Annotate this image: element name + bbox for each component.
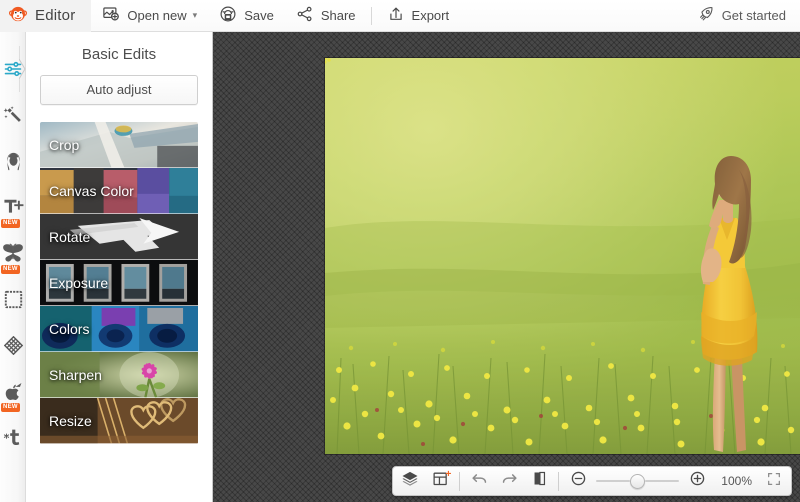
sidebar-item-textures[interactable] [0,322,26,368]
new-badge: NEW [1,219,20,228]
bottom-toolbar: + 100% [392,466,792,496]
page-title: Basic Edits [81,46,157,63]
edited-photo[interactable] [325,58,800,454]
zoom-in-button[interactable] [682,467,712,495]
get-started-label: Get started [721,8,786,23]
list-item-label: Sharpen [49,367,102,383]
list-item-label: Canvas Color [49,183,134,199]
frame-icon [3,289,24,310]
new-badge: NEW [1,403,20,412]
toolbar-divider [558,471,560,491]
image-add-icon [102,5,120,26]
app-logo-text: Editor [35,7,76,24]
zoom-out-icon [570,470,587,492]
zoom-slider-handle[interactable] [630,473,646,489]
rocket-icon [697,5,715,26]
app-logo[interactable]: Editor [0,0,92,32]
share-nodes-icon [296,5,314,26]
sidebar-item-design[interactable] [0,414,26,460]
fullscreen-icon [766,471,782,492]
list-item-colors[interactable]: Colors [40,306,198,352]
list-item-label: Colors [49,321,90,337]
share-button[interactable]: Share [285,0,367,32]
apple-arrow-icon [3,382,24,401]
header-divider [370,6,372,25]
list-item-sharpen[interactable]: Sharpen [40,352,198,398]
sidebar-item-themes[interactable]: NEW [0,368,26,414]
redo-arrow-icon [500,469,519,493]
monkey-logo-icon [8,4,28,27]
list-item-label: Exposure [49,275,109,291]
collage-button[interactable]: + [425,467,455,495]
sliders-icon [3,59,23,79]
save-button[interactable]: Save [208,0,285,32]
undo-arrow-icon [470,469,489,493]
new-badge: NEW [1,265,20,274]
export-button[interactable]: Export [376,0,461,32]
list-item-rotate[interactable]: Rotate [40,214,198,260]
compare-button[interactable] [524,467,554,495]
app-header: Editor Open new ▾ Save Share Export Get … [0,0,800,32]
auto-adjust-button[interactable]: Auto adjust [40,75,198,105]
save-disk-icon [219,5,237,26]
export-upload-icon [387,5,405,26]
list-item-exposure[interactable]: Exposure [40,260,198,306]
toolbar-divider [459,471,461,491]
list-item-label: Crop [49,137,80,153]
texture-mesh-icon [3,335,24,356]
undo-button[interactable] [464,467,494,495]
picmonkey-editor-window: Editor Open new ▾ Save Share Export Get … [0,0,800,502]
sidebar-item-touch-up[interactable] [0,138,26,184]
snowflake-t-icon [3,427,24,447]
open-new-button[interactable]: Open new ▾ [91,0,208,32]
zoom-slider-track[interactable] [645,480,680,482]
list-item-label: Rotate [49,229,91,245]
basic-edits-list: Crop Canvas Color Rotate Exposure Colors… [40,122,198,444]
list-item-label: Resize [49,413,92,429]
zoom-out-button[interactable] [563,467,593,495]
share-label: Share [320,8,356,23]
list-item-resize[interactable]: Resize [40,398,198,444]
zoom-in-icon [689,470,706,492]
tool-rail: NEW NEW NEW [0,32,26,502]
zoom-slider[interactable] [596,473,680,489]
zoom-level-value: 100% [721,474,752,488]
collage-plus-badge: + [445,469,452,480]
tool-panel: Basic Edits Auto adjust Crop Canvas Colo… [26,32,213,502]
zoom-slider-track[interactable] [596,480,631,482]
photo-content [325,58,800,454]
list-item-crop[interactable]: Crop [40,122,198,168]
text-tool-icon [3,198,24,217]
face-portrait-icon [3,151,24,172]
list-item-canvas-color[interactable]: Canvas Color [40,168,198,214]
sidebar-item-basic-edits[interactable] [0,46,26,92]
chevron-down-icon: ▾ [192,10,198,20]
canvas-workspace[interactable]: + 100% [213,32,800,502]
save-label: Save [244,8,274,23]
open-new-label: Open new [127,8,187,23]
layers-icon [401,470,419,493]
layers-button[interactable] [395,467,425,495]
butterfly-icon [2,243,24,263]
sidebar-item-frames[interactable] [0,276,26,322]
compare-split-icon [531,470,548,492]
sidebar-item-effects[interactable] [0,92,26,138]
export-label: Export [411,8,450,23]
get-started-button[interactable]: Get started [686,0,800,32]
magic-wand-icon [3,105,24,126]
sidebar-item-text[interactable]: NEW [0,184,26,230]
redo-button[interactable] [494,467,524,495]
fullscreen-button[interactable] [759,467,789,495]
sidebar-item-overlays[interactable]: NEW [0,230,26,276]
